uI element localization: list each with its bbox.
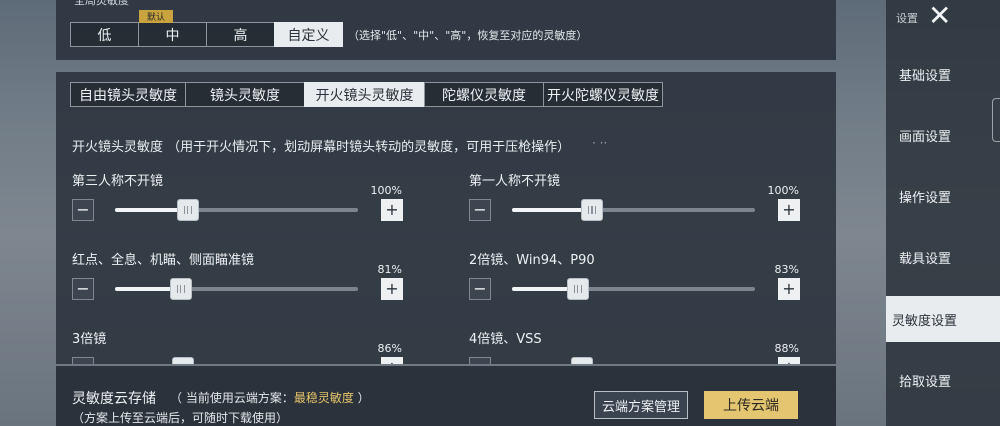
slider-3x-scope: 3倍镜 86% − + <box>72 328 412 364</box>
slider-thumb[interactable] <box>176 199 199 221</box>
tab-camera[interactable]: 镜头灵敏度 <box>185 82 305 107</box>
slider-percent: 100% <box>370 184 402 197</box>
sidebar-item-basic[interactable]: 基础设置 <box>886 51 1000 97</box>
slider-track[interactable] <box>115 199 358 221</box>
increase-button[interactable]: + <box>381 278 403 300</box>
preset-custom-button[interactable]: 自定义 <box>274 22 343 47</box>
plus-icon: + <box>385 279 399 298</box>
cloud-title: 灵敏度云存储 <box>72 391 156 407</box>
close-icon[interactable]: ✕ <box>928 2 951 30</box>
plus-icon: + <box>385 360 398 365</box>
plus-icon: + <box>782 200 796 219</box>
sidebar-item-controls[interactable]: 操作设置 <box>886 173 1000 219</box>
slider-label: 3倍镜 <box>72 332 107 347</box>
minus-icon: − <box>473 279 487 298</box>
slider-fpp-no-scope: 第一人称不开镜 100% − + <box>469 170 809 240</box>
cloud-storage-bar: 灵敏度云存储 （ 当前使用云端方案：最稳灵敏度 ） （方案上传至云端后，可随时下… <box>56 366 836 426</box>
slider-percent: 83% <box>774 263 799 276</box>
drawer-handle[interactable] <box>992 98 1000 142</box>
grip-icon <box>176 285 185 293</box>
preset-section-title: 全局灵敏度 <box>74 0 129 7</box>
upload-cloud-button[interactable]: 上传云端 <box>704 391 798 419</box>
slider-label: 红点、全息、机瞄、侧面瞄准镜 <box>72 253 255 268</box>
slider-thumb[interactable] <box>172 357 195 364</box>
plus-icon: + <box>385 200 399 219</box>
tab-free-look[interactable]: 自由镜头灵敏度 <box>70 82 186 107</box>
slider-tpp-no-scope: 第三人称不开镜 100% − + <box>72 170 412 240</box>
minus-icon: − <box>76 200 90 219</box>
cloud-note: （方案上传至云端后，可随时下载使用） <box>72 411 289 425</box>
tab-fire-camera[interactable]: 开火镜头灵敏度 <box>304 82 425 107</box>
slider-percent: 81% <box>377 263 402 276</box>
slider-percent: 86% <box>377 342 402 355</box>
slider-2x-scope: 2倍镜、Win94、P90 83% − + <box>469 249 809 319</box>
settings-title: 设置 <box>896 12 918 25</box>
slider-thumb[interactable] <box>571 357 594 364</box>
cloud-plan-name: 最稳灵敏度 <box>293 391 354 405</box>
minus-icon: − <box>473 360 486 365</box>
decrease-button[interactable]: − <box>469 278 491 300</box>
slider-track[interactable] <box>512 199 755 221</box>
slider-label: 4倍镜、VSS <box>469 332 542 347</box>
minus-icon: − <box>473 200 487 219</box>
sidebar-item-vehicle[interactable]: 载具设置 <box>886 234 1000 280</box>
settings-sidebar: 设置 ✕ 基础设置 画面设置 操作设置 载具设置 灵敏度设置 拾取设置 <box>886 0 1000 426</box>
preset-low-button[interactable]: 低 <box>70 22 139 47</box>
increase-button[interactable]: + <box>381 357 403 364</box>
plus-icon: + <box>782 279 796 298</box>
slider-label: 第三人称不开镜 <box>72 174 164 189</box>
preset-hint: （选择"低"、"中"、"高"，恢复至对应的灵敏度） <box>348 29 588 42</box>
sidebar-item-pickup[interactable]: 拾取设置 <box>886 357 1000 403</box>
decrease-button[interactable]: − <box>72 278 94 300</box>
cloud-current-prefix: （ 当前使用云端方案： <box>170 391 294 405</box>
increase-button[interactable]: + <box>778 278 800 300</box>
plus-icon: + <box>782 360 795 365</box>
preset-panel: 全局灵敏度 低 默认 中 高 自定义 （选择"低"、"中"、"高"，恢复至对应的… <box>56 0 836 60</box>
slider-label: 第一人称不开镜 <box>469 174 561 189</box>
slider-track[interactable] <box>512 278 755 300</box>
slider-percent: 88% <box>774 342 799 355</box>
slider-red-dot-holo: 红点、全息、机瞄、侧面瞄准镜 81% − + <box>72 249 412 319</box>
grip-icon <box>573 285 582 293</box>
slider-label: 2倍镜、Win94、P90 <box>469 253 595 268</box>
minus-icon: − <box>76 360 89 365</box>
sidebar-item-graphics[interactable]: 画面设置 <box>886 112 1000 158</box>
slider-percent: 100% <box>767 184 799 197</box>
increase-button[interactable]: + <box>778 357 800 364</box>
increase-button[interactable]: + <box>381 199 403 221</box>
sensitivity-tabs: 自由镜头灵敏度 镜头灵敏度 开火镜头灵敏度 陀螺仪灵敏度 开火陀螺仪灵敏度 <box>70 82 663 107</box>
slider-track[interactable] <box>115 278 358 300</box>
slider-thumb[interactable] <box>581 199 604 221</box>
minus-icon: − <box>76 279 90 298</box>
grip-icon <box>183 206 192 214</box>
tab-fire-gyroscope[interactable]: 开火陀螺仪灵敏度 <box>543 82 663 107</box>
cloud-current-plan: （ 当前使用云端方案：最稳灵敏度 ） <box>170 389 370 406</box>
sensitivity-panel: 自由镜头灵敏度 镜头灵敏度 开火镜头灵敏度 陀螺仪灵敏度 开火陀螺仪灵敏度 开火… <box>56 72 836 364</box>
section-title: 开火镜头灵敏度 （用于开火情况下，划动屏幕时镜头转动的灵敏度，可用于压枪操作） <box>72 140 571 155</box>
preset-segmented-control: 低 默认 中 高 自定义 <box>70 10 343 47</box>
cloud-manage-button[interactable]: 云端方案管理 <box>594 391 688 419</box>
slider-thumb[interactable] <box>566 278 589 300</box>
cloud-current-suffix: ） <box>353 391 370 405</box>
slider-thumb[interactable] <box>169 278 192 300</box>
grip-icon <box>588 206 597 214</box>
decrease-button[interactable]: − <box>469 357 491 364</box>
slider-fill <box>512 208 593 212</box>
sidebar-item-sensitivity[interactable]: 灵敏度设置 <box>886 296 1000 342</box>
tab-gyroscope[interactable]: 陀螺仪灵敏度 <box>424 82 544 107</box>
preset-high-button[interactable]: 高 <box>206 22 275 47</box>
slider-4x-scope: 4倍镜、VSS 88% − + <box>469 328 809 364</box>
preset-medium-label: 中 <box>165 27 180 44</box>
decrease-button[interactable]: − <box>469 199 491 221</box>
preset-medium-button[interactable]: 默认 中 <box>138 10 207 47</box>
decrease-button[interactable]: − <box>72 357 94 364</box>
default-badge: 默认 <box>139 10 173 23</box>
decorative-dots: · ·· <box>592 136 608 150</box>
increase-button[interactable]: + <box>778 199 800 221</box>
decrease-button[interactable]: − <box>72 199 94 221</box>
